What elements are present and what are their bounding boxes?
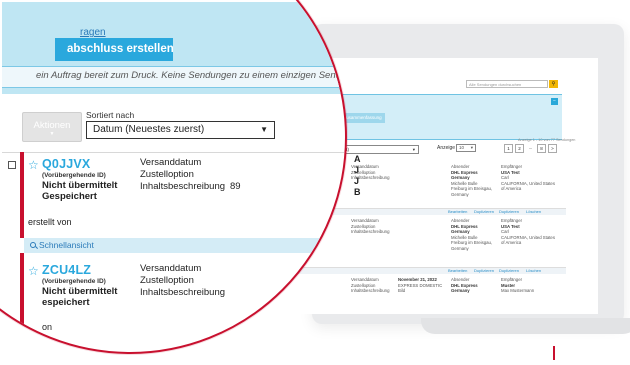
status-text: Nicht übermittelt Gespeichert	[42, 180, 118, 202]
actions-button-label: Aktionen	[33, 120, 71, 131]
chevron-down-icon: ▼	[260, 125, 268, 134]
page-size-value: 10	[459, 145, 465, 150]
accent-line-bottom	[553, 346, 555, 360]
edit-link[interactable]: Bearbeiten	[448, 209, 467, 215]
row-values: November 21, 2022 EXPRESS DOMESTIC Bild	[398, 277, 443, 294]
actions-button[interactable]: Aktionen ▼	[22, 112, 82, 142]
edit-link[interactable]: Bearbeiten	[448, 268, 467, 274]
laptop-base	[418, 318, 630, 334]
pager-page-1[interactable]: 1	[504, 144, 513, 153]
status-text: Nicht übermittelt espeichert	[42, 286, 118, 308]
stage: Alle Sendungen durchsuchen ⚲ − Starten Z…	[0, 0, 630, 365]
status-indicator	[20, 152, 24, 238]
close-icon: −	[553, 98, 556, 104]
search-icon: ⚲	[551, 81, 556, 87]
sender-block: Absender DHL Express Germany Michelle Bu…	[451, 164, 493, 197]
content-value: 89	[230, 181, 241, 192]
recipient-block: Empfänger USA Test Carl CALIFORNIA, Unit…	[501, 218, 555, 246]
recipient-block: Empfänger Muster Max Mustermann	[501, 277, 535, 294]
pager-page-2[interactable]: 2	[515, 144, 524, 153]
result-range: Anzeige 1 - 10 von 77 Sendungen	[518, 138, 576, 142]
created-by-label: on	[42, 322, 53, 332]
delete-link[interactable]: Löschen	[526, 268, 541, 274]
create-closing-button[interactable]: abschluss erstellen	[55, 38, 173, 61]
help-link[interactable]: ragen	[80, 27, 106, 38]
sort-select-value: Datum (Neuestes zuerst)	[93, 124, 205, 135]
created-by-label: erstellt von	[28, 217, 72, 227]
sort-select[interactable]: Datum (Neuestes zuerst) ▼	[86, 121, 275, 139]
truncated-letter: A	[354, 154, 361, 164]
star-icon[interactable]: ☆	[28, 264, 39, 278]
page-size-select[interactable]: 10 ▾	[456, 144, 476, 152]
sender-block: Absender DHL Express Germany Michelle Bu…	[451, 218, 493, 251]
pager-next[interactable]: >	[548, 144, 557, 153]
duplicate-link[interactable]: Duplizieren	[474, 268, 494, 274]
recipient-block: Empfänger USA Test Carl CALIFORNIA, Unit…	[501, 164, 555, 192]
chevron-down-icon: ▼	[49, 131, 55, 137]
ready-notice-text: ein Auftrag bereit zum Druck. Keine Send…	[36, 70, 347, 81]
row-fields: Versanddatum Zustelloption Inhaltsbeschr…	[351, 218, 390, 235]
pager-page-8[interactable]: 8	[537, 144, 546, 153]
sender-block: Absender DHL Express Germany	[451, 277, 478, 294]
temp-id-label: (Vorübergehende ID)	[42, 172, 106, 179]
sort-label: Sortiert nach	[86, 110, 135, 120]
search-input[interactable]: Alle Sendungen durchsuchen	[466, 80, 548, 88]
banner-close-button[interactable]: −	[551, 98, 558, 105]
duplicate-link[interactable]: Duplizieren	[499, 209, 519, 215]
status-indicator	[20, 253, 24, 352]
shipment-fields: Versanddatum Zustelloption Inhaltsbeschr…	[140, 157, 226, 192]
star-icon[interactable]: ☆	[28, 158, 39, 172]
pager-ellipsis: ...	[528, 145, 533, 150]
chevron-down-icon: ▾	[470, 145, 473, 150]
shipment-id[interactable]: Q0JJVX	[42, 157, 90, 171]
temp-id-label: (Vorübergehende ID)	[42, 278, 106, 285]
magnifier-lens: ragen abschluss erstellen ein Auftrag be…	[0, 0, 347, 354]
row-fields: Versanddatum Zustelloption Inhaltsbeschr…	[351, 164, 390, 181]
quick-view-link[interactable]: Schnellansicht	[30, 240, 94, 250]
page-size-label: Anzeige	[437, 145, 456, 151]
duplicate-link[interactable]: Duplizieren	[499, 268, 519, 274]
search-button[interactable]: ⚲	[549, 80, 558, 88]
divider	[2, 152, 345, 153]
search-icon	[30, 242, 36, 248]
summary-button[interactable]: Zusammenfassung	[340, 113, 385, 123]
quick-view-label: Schnellansicht	[39, 240, 94, 250]
chevron-down-icon: ▾	[412, 147, 415, 152]
duplicate-link[interactable]: Duplizieren	[474, 209, 494, 215]
delete-link[interactable]: Löschen	[526, 209, 541, 215]
magnified-view: ragen abschluss erstellen ein Auftrag be…	[2, 2, 347, 352]
shipment-fields: Versanddatum Zustelloption Inhaltsbeschr…	[140, 263, 226, 298]
row-checkbox[interactable]	[8, 161, 16, 169]
shipment-id[interactable]: ZCU4LZ	[42, 263, 91, 277]
row-fields: Versanddatum Zustelloption Inhaltsbeschr…	[351, 277, 390, 294]
